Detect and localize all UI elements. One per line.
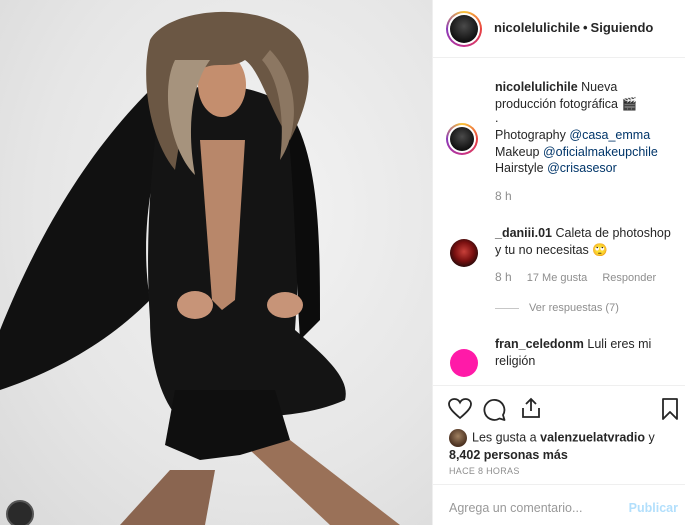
post-photo-illustration [0, 11, 400, 525]
follow-status-button[interactable]: Siguiendo [591, 20, 654, 35]
carousel-nav-dot-icon[interactable] [6, 500, 34, 525]
credit-mention-link[interactable]: @crisasesor [547, 161, 617, 175]
liker-username-link[interactable]: valenzuelatvradio [540, 430, 645, 444]
comment-icon[interactable] [483, 398, 506, 421]
header-separator: • [582, 20, 588, 35]
add-comment-bar: Agrega un comentario... Publicar [433, 484, 685, 525]
credit-mention-link[interactable]: @casa_emma [569, 128, 650, 142]
likes-count-link[interactable]: 8,402 personas más [449, 448, 568, 462]
comment-meta: 8 h 17 Me gusta Responder [495, 270, 668, 284]
profile-avatar[interactable] [446, 11, 482, 47]
caption-credit-hairstyle: Hairstyle @crisasesor [495, 160, 675, 177]
credit-label: Makeup [495, 145, 540, 159]
caption-credit-photography: Photography @casa_emma [495, 127, 675, 144]
comment-time[interactable]: 8 h [495, 270, 512, 284]
replies-line [495, 307, 519, 309]
caption-credit-makeup: Makeup @oficialmakeupchile [495, 144, 675, 161]
caption-avatar[interactable] [446, 123, 478, 155]
view-replies-label: Ver respuestas (7) [529, 302, 619, 314]
liker-avatar[interactable] [449, 429, 467, 447]
comment-text: fran_celedonm Luli eres mi religión [495, 336, 675, 370]
credit-label: Hairstyle [495, 161, 544, 175]
comment-username-link[interactable]: _daniii.01 [495, 226, 552, 240]
comment-input[interactable]: Agrega un comentario... [449, 501, 582, 515]
caption-dot: . [495, 111, 499, 125]
comment-text: _daniii.01 Caleta de photoshop y tu no n… [495, 225, 675, 259]
reply-button[interactable]: Responder [602, 272, 656, 284]
credit-label: Photography [495, 128, 566, 142]
heart-icon[interactable] [448, 398, 472, 420]
view-replies-button[interactable]: Ver respuestas (7) [495, 302, 619, 314]
header-user: nicolelulichile • Siguiendo [494, 20, 653, 35]
comment-avatar[interactable] [450, 349, 478, 377]
likes-summary: Les gusta a valenzuelatvradio y 8,402 pe… [449, 429, 684, 464]
comment-likes-count[interactable]: 17 Me gusta [527, 272, 588, 284]
credit-mention-link[interactable]: @oficialmakeupchile [543, 145, 658, 159]
post-side-panel: nicolelulichile • Siguiendo nicolelulichil… [432, 0, 685, 525]
comments-list[interactable]: nicolelulichile Nueva producción fotográ… [433, 59, 685, 384]
share-icon[interactable] [521, 397, 541, 419]
comment-username-link[interactable]: fran_celedonm [495, 337, 584, 351]
post-header: nicolelulichile • Siguiendo [433, 0, 685, 58]
caption-text: nicolelulichile Nueva producción fotográ… [495, 79, 675, 113]
post-actions: Les gusta a valenzuelatvradio y 8,402 pe… [433, 385, 685, 476]
likes-conj: y [648, 430, 655, 445]
comment-avatar[interactable] [450, 239, 478, 267]
post-photo[interactable] [0, 0, 432, 525]
caption-meta: 8 h [495, 189, 524, 203]
caption-time[interactable]: 8 h [495, 189, 512, 203]
caption-username-link[interactable]: nicolelulichile [495, 80, 578, 94]
bookmark-icon[interactable] [661, 398, 679, 420]
publish-button[interactable]: Publicar [629, 501, 678, 515]
header-username-link[interactable]: nicolelulichile [494, 20, 580, 35]
post-time-ago[interactable]: HACE 8 HORAS [449, 466, 520, 476]
likes-prefix: Les gusta a [472, 430, 537, 445]
